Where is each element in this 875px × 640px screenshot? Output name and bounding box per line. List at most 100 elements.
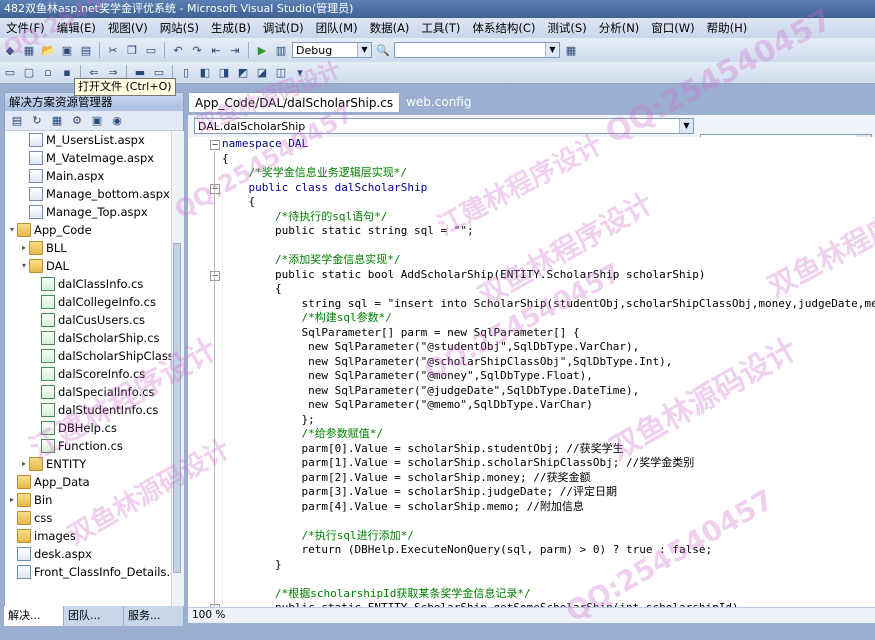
tree-item[interactable]: css [5, 509, 171, 527]
type-dropdown[interactable]: DAL.dalScholarShip ▼ [194, 118, 694, 134]
menu-item[interactable]: 生成(B) [205, 18, 257, 38]
properties-icon[interactable]: ▤ [9, 113, 25, 129]
prev-bookmark-folder-icon[interactable]: ◩ [235, 65, 251, 81]
open-file-icon[interactable]: 📂 [40, 42, 56, 58]
save-icon[interactable]: ▣ [59, 42, 75, 58]
solution-config-select[interactable]: Debug ▼ [292, 42, 372, 58]
param-info-icon[interactable]: ▢ [21, 65, 37, 81]
tree-item[interactable]: dalScholarShip.cs [5, 329, 171, 347]
toolbar-options-icon[interactable]: ▾ [292, 65, 308, 81]
find-combo[interactable]: ▼ [394, 42, 560, 58]
copy-icon[interactable]: ❐ [124, 42, 140, 58]
tree-item[interactable]: Manage_Top.aspx [5, 203, 171, 221]
menu-item[interactable]: 分析(N) [593, 18, 646, 38]
code-line: public static string sql = ""; [222, 224, 474, 237]
bookmark-icon[interactable]: ▯ [178, 65, 194, 81]
quick-info-icon[interactable]: ▫ [40, 65, 56, 81]
menu-item[interactable]: 窗口(W) [645, 18, 700, 38]
copy-website-icon[interactable]: ⚙ [69, 113, 85, 129]
clear-bookmarks-icon[interactable]: ◫ [273, 65, 289, 81]
chevron-down-icon[interactable]: ▼ [679, 119, 693, 133]
tree-item[interactable]: dalScoreInfo.cs [5, 365, 171, 383]
nest-related-files-icon[interactable]: ▣ [89, 113, 105, 129]
menu-item[interactable]: 工具(T) [415, 18, 466, 38]
tree-expander-icon[interactable]: ▸ [19, 239, 29, 257]
tree-item[interactable]: App_Data [5, 473, 171, 491]
document-tab[interactable]: web.config [400, 92, 477, 112]
menu-item[interactable]: 帮助(H) [701, 18, 754, 38]
next-bookmark-icon[interactable]: ◨ [216, 65, 232, 81]
tree-item[interactable]: ▸ Bin [5, 491, 171, 509]
tree-item[interactable]: DBHelp.cs [5, 419, 171, 437]
tree-item[interactable]: images [5, 527, 171, 545]
tree-item[interactable]: ▾ DAL [5, 257, 171, 275]
tree-item[interactable]: dalScholarShipClass. [5, 347, 171, 365]
menu-item[interactable]: 体系结构(C) [466, 18, 541, 38]
chevron-down-icon[interactable]: ▼ [357, 43, 371, 57]
view-class-diagram-icon[interactable]: ◉ [109, 113, 125, 129]
menu-item[interactable]: 调试(D) [257, 18, 310, 38]
tool-window-tab[interactable]: 团队... [64, 606, 124, 626]
tree-item[interactable]: M_UsersList.aspx [5, 131, 171, 149]
tree-expander-icon[interactable]: ▾ [19, 257, 29, 275]
code-editor[interactable]: −−−− namespace DAL{ /*奖学金信息业务逻辑层实现*/ pub… [188, 137, 875, 607]
collapse-icon[interactable]: − [210, 270, 220, 281]
find-in-files-icon[interactable]: 🔍 [375, 42, 391, 58]
explorer-scrollbar-thumb[interactable] [173, 243, 181, 573]
paste-icon[interactable]: ▭ [143, 42, 159, 58]
tree-item[interactable]: Manage_bottom.aspx [5, 185, 171, 203]
refresh-icon[interactable]: ↻ [29, 113, 45, 129]
tree-item[interactable]: desk.aspx [5, 545, 171, 563]
tool-window-tab[interactable]: 解决... [4, 606, 64, 626]
tool-window-tab[interactable]: 服务... [124, 606, 184, 626]
collapse-icon[interactable]: − [210, 183, 220, 194]
start-debug-icon[interactable]: ▶ [254, 42, 270, 58]
tree-item[interactable]: M_VateImage.aspx [5, 149, 171, 167]
properties-icon[interactable]: ▦ [563, 42, 579, 58]
tree-expander-icon[interactable]: ▸ [19, 455, 29, 473]
tree-item[interactable]: dalClassInfo.cs [5, 275, 171, 293]
menu-item[interactable]: 编辑(E) [51, 18, 102, 38]
folder-icon [29, 457, 43, 471]
tree-item-label: dalCollegeInfo.cs [58, 295, 156, 309]
cut-icon[interactable]: ✂ [105, 42, 121, 58]
next-bookmark-folder-icon[interactable]: ◪ [254, 65, 270, 81]
document-tab[interactable]: App_Code/DAL/dalScholarShip.cs [188, 92, 401, 112]
add-item-icon[interactable]: ▦ [21, 42, 37, 58]
tree-item[interactable]: dalCollegeInfo.cs [5, 293, 171, 311]
tree-item[interactable]: dalSpecialInfo.cs [5, 383, 171, 401]
tree-item[interactable]: Front_ClassInfo_Details.asp: [5, 563, 171, 581]
tree-item[interactable]: dalCusUsers.cs [5, 311, 171, 329]
word-complete-icon[interactable]: ▪ [59, 65, 75, 81]
menu-item[interactable]: 团队(M) [310, 18, 364, 38]
menu-item[interactable]: 文件(F) [0, 18, 51, 38]
zoom-level[interactable]: 100 % [188, 609, 225, 621]
tree-item-label: Function.cs [58, 439, 123, 453]
tree-item[interactable]: Function.cs [5, 437, 171, 455]
object-browser-icon[interactable]: ▭ [2, 65, 18, 81]
menu-item[interactable]: 数据(A) [364, 18, 416, 38]
tree-item[interactable]: ▾ App_Code [5, 221, 171, 239]
undo-icon[interactable]: ↶ [170, 42, 186, 58]
code-line: /*执行sql进行添加*/ [222, 528, 414, 542]
tree-expander-icon[interactable]: ▸ [7, 491, 17, 509]
collapse-icon[interactable]: − [210, 140, 220, 150]
save-all-icon[interactable]: ▤ [78, 42, 94, 58]
attach-icon[interactable]: ▥ [273, 42, 289, 58]
navigate-back-icon[interactable]: ⇤ [208, 42, 224, 58]
chevron-down-icon[interactable]: ▼ [545, 43, 559, 57]
code-area[interactable]: namespace DAL{ /*奖学金信息业务逻辑层实现*/ public c… [222, 137, 875, 607]
tree-item[interactable]: Main.aspx [5, 167, 171, 185]
tree-expander-icon[interactable]: ▾ [7, 221, 17, 239]
menu-item[interactable]: 测试(S) [541, 18, 592, 38]
navigate-forward-icon[interactable]: ⇥ [227, 42, 243, 58]
tree-item[interactable]: ▸ ENTITY [5, 455, 171, 473]
prev-bookmark-icon[interactable]: ◧ [197, 65, 213, 81]
tree-item[interactable]: ▸ BLL [5, 239, 171, 257]
redo-icon[interactable]: ↷ [189, 42, 205, 58]
menu-item[interactable]: 网站(S) [154, 18, 205, 38]
show-all-files-icon[interactable]: ▦ [49, 113, 65, 129]
tree-item[interactable]: dalStudentInfo.cs [5, 401, 171, 419]
new-project-icon[interactable]: ◆ [2, 42, 18, 58]
menu-item[interactable]: 视图(V) [102, 18, 154, 38]
